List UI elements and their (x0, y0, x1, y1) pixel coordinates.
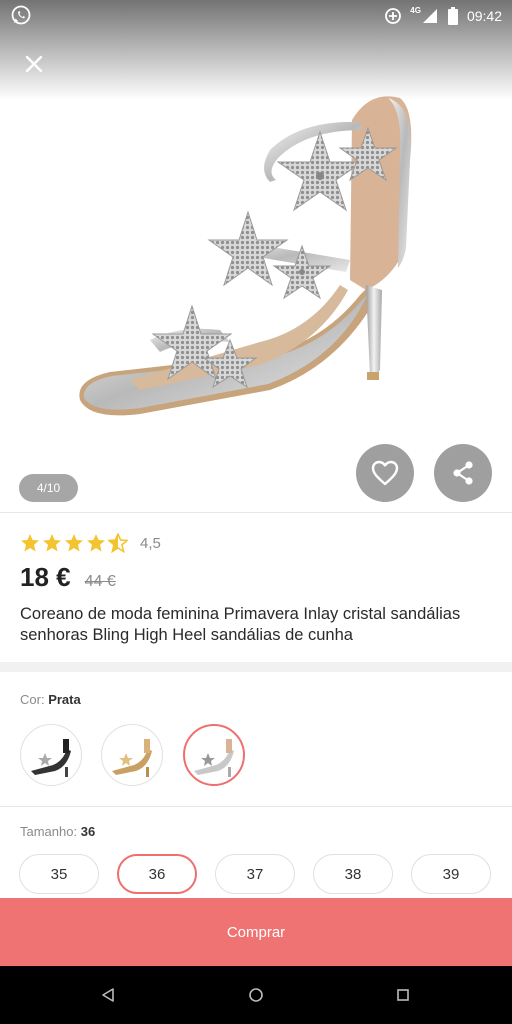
close-icon (25, 55, 43, 73)
color-label-text: Cor: (20, 692, 45, 707)
network-type-label: 4G (410, 5, 421, 15)
size-label: Tamanho: 36 (20, 824, 95, 839)
android-nav-bar (0, 966, 512, 1024)
shoe-thumbnail (112, 739, 152, 777)
buy-button[interactable]: Comprar (0, 898, 512, 966)
price-row: 18 € 44 € (20, 562, 116, 593)
size-option-37[interactable]: 37 (215, 854, 295, 894)
color-swatch-silver[interactable] (183, 724, 245, 786)
clock: 09:42 (466, 8, 502, 24)
rating[interactable]: 4,5 (20, 532, 161, 554)
color-label: Cor: Prata (20, 692, 81, 707)
recents-icon (397, 989, 409, 1001)
recents-button[interactable] (383, 966, 423, 1024)
whatsapp-icon (10, 4, 32, 31)
shoe-thumbnail (31, 739, 71, 777)
original-price: 44 € (84, 573, 116, 590)
product-page: 4/10 4G 09:42 4,5 18 € 44 € Coreano de m… (0, 0, 512, 1024)
selected-size: 36 (80, 824, 96, 839)
back-icon (102, 988, 114, 1002)
star-full-icon (21, 534, 39, 552)
star-full-icon (87, 534, 105, 552)
product-image (79, 96, 412, 416)
share-button[interactable] (434, 444, 492, 502)
back-button[interactable] (88, 966, 128, 1024)
battery-icon (447, 7, 458, 25)
size-option-35[interactable]: 35 (19, 854, 99, 894)
rating-value: 4,5 (140, 534, 161, 552)
home-button[interactable] (236, 966, 276, 1024)
shoe-thumbnail (194, 739, 234, 777)
share-icon (453, 461, 473, 485)
divider (0, 806, 512, 807)
image-pager-badge: 4/10 (19, 474, 78, 502)
heart-icon (371, 460, 399, 486)
favorite-button[interactable] (356, 444, 414, 502)
size-option-38[interactable]: 38 (313, 854, 393, 894)
current-price: 18 € (20, 562, 71, 592)
product-gallery[interactable]: 4/10 (0, 0, 512, 512)
selected-color: Prata (48, 692, 81, 707)
data-saver-icon (385, 8, 402, 24)
close-button[interactable] (18, 48, 50, 80)
size-option-39[interactable]: 39 (411, 854, 491, 894)
home-icon (249, 988, 263, 1002)
section-separator (0, 662, 512, 672)
size-label-text: Tamanho: (20, 824, 78, 839)
star-full-icon (65, 534, 83, 552)
status-bar: 4G 09:42 (0, 0, 512, 32)
star-half-icon (108, 533, 128, 553)
size-option-36[interactable]: 36 (117, 854, 197, 894)
star-full-icon (43, 534, 61, 552)
product-title: Coreano de moda feminina Primavera Inlay… (20, 605, 461, 644)
divider (0, 512, 512, 513)
signal-icon (422, 9, 437, 23)
color-swatch-gold[interactable] (101, 724, 163, 786)
color-swatch-black[interactable] (20, 724, 82, 786)
